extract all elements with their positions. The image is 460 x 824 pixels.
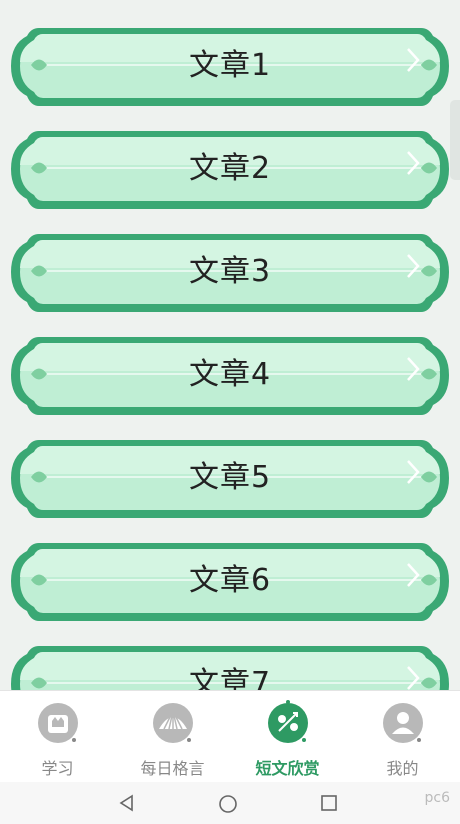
shell-icon bbox=[150, 699, 196, 745]
flower-icon bbox=[265, 699, 311, 745]
system-nav-bar bbox=[0, 782, 460, 824]
home-icon[interactable] bbox=[218, 794, 238, 818]
article-item[interactable]: 文章5 bbox=[9, 434, 451, 522]
article-item[interactable]: 文章7 bbox=[9, 640, 451, 690]
article-item[interactable]: 文章2 bbox=[9, 125, 451, 213]
recents-icon[interactable] bbox=[320, 794, 338, 816]
tab-label: 每日格言 bbox=[140, 759, 205, 778]
article-title: 文章6 bbox=[188, 563, 272, 598]
article-title: 文章5 bbox=[188, 460, 272, 495]
article-item[interactable]: 文章1 bbox=[9, 22, 451, 110]
bottom-tab-bar: 学习 每日格言 短文欣赏 我的 bbox=[0, 690, 460, 782]
article-title: 文章1 bbox=[188, 48, 272, 83]
article-title: 文章7 bbox=[188, 666, 272, 690]
article-item[interactable]: 文章6 bbox=[9, 537, 451, 625]
article-list: 文章1 文章2 文章3 文章4 文章5 文章6 文章7 bbox=[0, 0, 460, 690]
scroll-edge bbox=[450, 100, 460, 180]
tab-mine[interactable]: 我的 bbox=[345, 691, 460, 782]
tab-label: 短文欣赏 bbox=[255, 759, 320, 778]
article-item[interactable]: 文章4 bbox=[9, 331, 451, 419]
tab-label: 我的 bbox=[386, 759, 419, 778]
tab-daily-quotes[interactable]: 每日格言 bbox=[115, 691, 230, 782]
tab-study[interactable]: 学习 bbox=[0, 691, 115, 782]
user-icon bbox=[380, 699, 426, 745]
article-item[interactable]: 文章3 bbox=[9, 228, 451, 316]
tab-label: 学习 bbox=[41, 759, 74, 778]
back-icon[interactable] bbox=[118, 794, 136, 816]
watermark: pc6 bbox=[424, 790, 451, 806]
article-title: 文章3 bbox=[188, 254, 272, 289]
article-title: 文章2 bbox=[188, 151, 272, 186]
tab-short-essays[interactable]: 短文欣赏 bbox=[230, 691, 345, 782]
book-icon bbox=[35, 699, 81, 745]
article-title: 文章4 bbox=[188, 357, 272, 392]
